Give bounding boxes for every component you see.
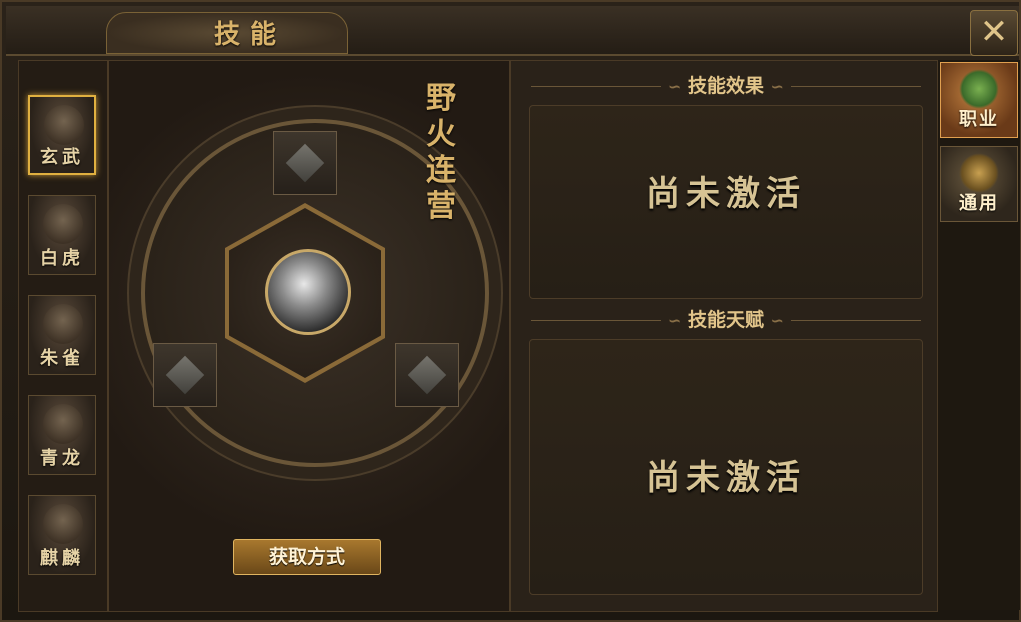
locked-gem-icon: [165, 355, 205, 395]
beast-tab-qilin[interactable]: 麒麟: [28, 495, 96, 575]
locked-gem-icon: [407, 355, 447, 395]
ornament-icon: ∽: [770, 77, 785, 96]
beast-label: 玄武: [40, 147, 84, 168]
beast-portrait-icon: [43, 404, 83, 444]
window-title: 技能: [214, 20, 287, 50]
beast-tab-xuanwu[interactable]: 玄武: [28, 95, 96, 175]
skill-info-panel: ∽ 技能效果 ∽ 尚未激活 ∽ 技能天赋 ∽ 尚未激活: [510, 60, 938, 612]
divider: [531, 86, 661, 87]
beast-label: 白虎: [40, 248, 84, 269]
skill-slot-left[interactable]: [153, 343, 217, 407]
talent-heading-label: 技能天赋: [687, 309, 764, 331]
talent-box: 尚未激活: [529, 339, 923, 595]
beast-tab-qinglong[interactable]: 青龙: [28, 395, 96, 475]
effect-status: 尚未激活: [646, 174, 806, 214]
tab-profession[interactable]: 职业: [940, 62, 1018, 138]
tab-label: 职业: [959, 109, 999, 130]
skill-name-char: 野: [426, 81, 456, 116]
beast-tab-zhuque[interactable]: 朱雀: [28, 295, 96, 375]
ornament-icon: ∽: [667, 77, 682, 96]
effect-heading: ∽ 技能效果 ∽: [531, 73, 921, 99]
close-button[interactable]: ✕: [970, 10, 1018, 56]
skill-name-char: 连: [426, 153, 456, 188]
skill-wheel-panel: 野 火 连 营 获取方式: [108, 60, 510, 612]
effect-heading-label: 技能效果: [687, 75, 764, 97]
skill-name-vertical: 野 火 连 营: [421, 81, 461, 225]
beast-list: 玄武 白虎 朱雀 青龙 麒麟: [18, 60, 108, 612]
skill-name-char: 营: [426, 189, 456, 224]
divider: [791, 86, 921, 87]
ornament-icon: ∽: [667, 311, 682, 330]
talent-heading: ∽ 技能天赋 ∽: [531, 307, 921, 333]
divider: [531, 320, 661, 321]
obtain-method-button[interactable]: 获取方式: [233, 539, 381, 575]
title-bar: [6, 6, 1019, 56]
effect-box: 尚未激活: [529, 105, 923, 299]
beast-label: 麒麟: [40, 548, 84, 569]
skill-slot-right[interactable]: [395, 343, 459, 407]
talent-status: 尚未激活: [646, 458, 806, 498]
side-tab-bar: 职业 通用: [938, 60, 1020, 610]
beast-label: 青龙: [40, 448, 84, 469]
tab-label: 通用: [959, 193, 999, 214]
skill-window: 技能 ✕ 玄武 白虎 朱雀 青龙 麒麟 野 火 连 营 获取方式 ∽ 技能效果 …: [0, 0, 1021, 622]
main-skill-orb-icon[interactable]: [265, 249, 351, 335]
tab-general[interactable]: 通用: [940, 146, 1018, 222]
beast-portrait-icon: [43, 304, 83, 344]
beast-portrait-icon: [44, 105, 84, 145]
ornament-icon: ∽: [770, 311, 785, 330]
beast-portrait-icon: [43, 204, 83, 244]
skill-name-char: 火: [426, 117, 456, 152]
locked-gem-icon: [285, 143, 325, 183]
general-icon: [959, 153, 999, 193]
beast-tab-baihu[interactable]: 白虎: [28, 195, 96, 275]
skill-slot-top[interactable]: [273, 131, 337, 195]
profession-icon: [959, 69, 999, 109]
beast-label: 朱雀: [40, 348, 84, 369]
beast-portrait-icon: [43, 504, 83, 544]
divider: [791, 320, 921, 321]
